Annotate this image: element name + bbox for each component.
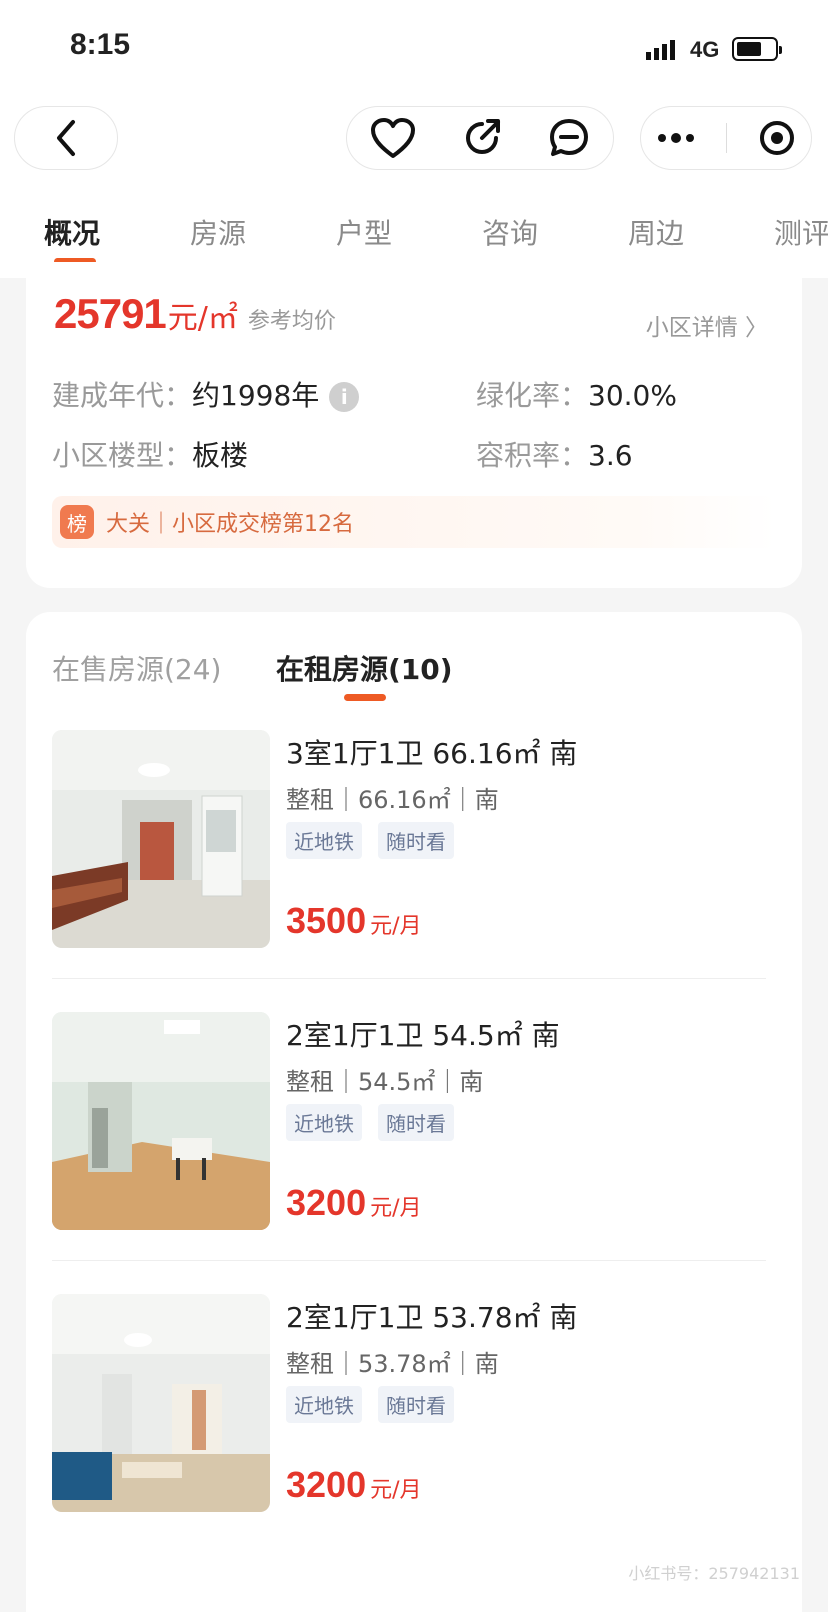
listing-photo bbox=[52, 1012, 270, 1230]
listing-price: 3200元/月 bbox=[286, 1182, 422, 1224]
avg-price: 25791 元/㎡ 参考均价 bbox=[54, 290, 336, 338]
building-type-field: 小区楼型：板楼 bbox=[52, 434, 248, 474]
listing-photo bbox=[52, 1294, 270, 1512]
listing-item[interactable]: 2室1厅1卫 54.5㎡ 南 整租｜54.5㎡｜南 近地铁 随时看 3200元/… bbox=[52, 1012, 766, 1262]
green-rate-field: 绿化率：30.0% bbox=[476, 374, 677, 414]
tag-anytime-viewing: 随时看 bbox=[378, 1104, 454, 1141]
ranking-text: 大关｜小区成交榜第12名 bbox=[106, 506, 354, 538]
listing-tags: 近地铁 随时看 bbox=[286, 1104, 454, 1141]
watermark: 小红书号：257942131 bbox=[628, 1560, 800, 1584]
more-icon bbox=[656, 132, 696, 144]
tag-near-metro: 近地铁 bbox=[286, 1386, 362, 1423]
share-icon bbox=[460, 116, 504, 160]
tab-listings[interactable]: 房源 bbox=[190, 212, 246, 252]
sub-tab-indicator bbox=[344, 694, 386, 701]
heart-icon bbox=[369, 116, 417, 160]
community-detail-link[interactable]: 小区详情 〉 bbox=[646, 308, 768, 342]
tag-near-metro: 近地铁 bbox=[286, 822, 362, 859]
close-miniprogram-button[interactable] bbox=[758, 119, 796, 157]
tag-anytime-viewing: 随时看 bbox=[378, 1386, 454, 1423]
clock: 8:15 bbox=[70, 28, 130, 62]
ranking-banner[interactable]: 榜 大关｜小区成交榜第12名 bbox=[52, 496, 776, 548]
action-group bbox=[346, 106, 614, 170]
listings-card: 在售房源(24) 在租房源(10) 3室1厅1卫 66.16㎡ 南 整租｜66.… bbox=[26, 612, 802, 1612]
listing-item[interactable]: 2室1厅1卫 53.78㎡ 南 整租｜53.78㎡｜南 近地铁 随时看 3200… bbox=[52, 1294, 766, 1544]
capsule-divider bbox=[726, 123, 727, 153]
chat-icon bbox=[547, 116, 591, 160]
tab-review[interactable]: 测评 bbox=[774, 212, 828, 252]
listing-title: 3室1厅1卫 66.16㎡ 南 bbox=[286, 732, 577, 772]
target-icon bbox=[758, 119, 796, 157]
favorite-button[interactable] bbox=[369, 116, 417, 160]
share-button[interactable] bbox=[460, 116, 504, 160]
listing-photo bbox=[52, 730, 270, 948]
status-bar: 8:15 4G bbox=[0, 0, 828, 96]
ranking-badge-icon: 榜 bbox=[60, 505, 94, 539]
listing-item[interactable]: 3室1厅1卫 66.16㎡ 南 整租｜66.16㎡｜南 近地铁 随时看 3500… bbox=[52, 730, 766, 980]
tab-nearby[interactable]: 周边 bbox=[628, 212, 684, 252]
more-button[interactable] bbox=[656, 132, 696, 144]
tab-for-rent[interactable]: 在租房源(10) bbox=[276, 648, 453, 688]
message-button[interactable] bbox=[547, 116, 591, 160]
listing-price: 3500元/月 bbox=[286, 900, 422, 942]
listing-tags: 近地铁 随时看 bbox=[286, 1386, 454, 1423]
listing-title: 2室1厅1卫 54.5㎡ 南 bbox=[286, 1014, 560, 1054]
tab-overview[interactable]: 概况 bbox=[44, 212, 100, 252]
listing-subtitle: 整租｜54.5㎡｜南 bbox=[286, 1062, 483, 1097]
list-divider bbox=[52, 1260, 766, 1261]
plot-ratio-field: 容积率：3.6 bbox=[476, 434, 633, 474]
listing-title: 2室1厅1卫 53.78㎡ 南 bbox=[286, 1296, 577, 1336]
tag-anytime-viewing: 随时看 bbox=[378, 822, 454, 859]
avg-price-value: 25791 bbox=[54, 290, 166, 338]
nav-bar bbox=[0, 96, 828, 186]
avg-price-label: 参考均价 bbox=[248, 303, 336, 335]
back-button[interactable] bbox=[14, 106, 118, 170]
listing-tags: 近地铁 随时看 bbox=[286, 822, 454, 859]
listing-subtitle: 整租｜53.78㎡｜南 bbox=[286, 1344, 499, 1379]
tab-layouts[interactable]: 户型 bbox=[336, 212, 392, 252]
build-year-field: 建成年代：约1998年i bbox=[52, 374, 359, 414]
miniprogram-capsule bbox=[640, 106, 812, 170]
battery-icon bbox=[732, 37, 778, 61]
network-type: 4G bbox=[690, 37, 719, 63]
signal-icon bbox=[646, 38, 680, 60]
listing-price: 3200元/月 bbox=[286, 1464, 422, 1506]
back-arrow-icon bbox=[51, 118, 81, 158]
info-icon[interactable]: i bbox=[329, 382, 359, 412]
avg-price-unit: 元/㎡ bbox=[168, 293, 238, 337]
community-overview-card: 25791 元/㎡ 参考均价 小区详情 〉 建成年代：约1998年i 绿化率：3… bbox=[26, 262, 802, 588]
tab-consult[interactable]: 咨询 bbox=[482, 212, 538, 252]
listing-subtitle: 整租｜66.16㎡｜南 bbox=[286, 780, 499, 815]
tab-for-sale[interactable]: 在售房源(24) bbox=[52, 648, 221, 688]
tag-near-metro: 近地铁 bbox=[286, 1104, 362, 1141]
list-divider bbox=[52, 978, 766, 979]
